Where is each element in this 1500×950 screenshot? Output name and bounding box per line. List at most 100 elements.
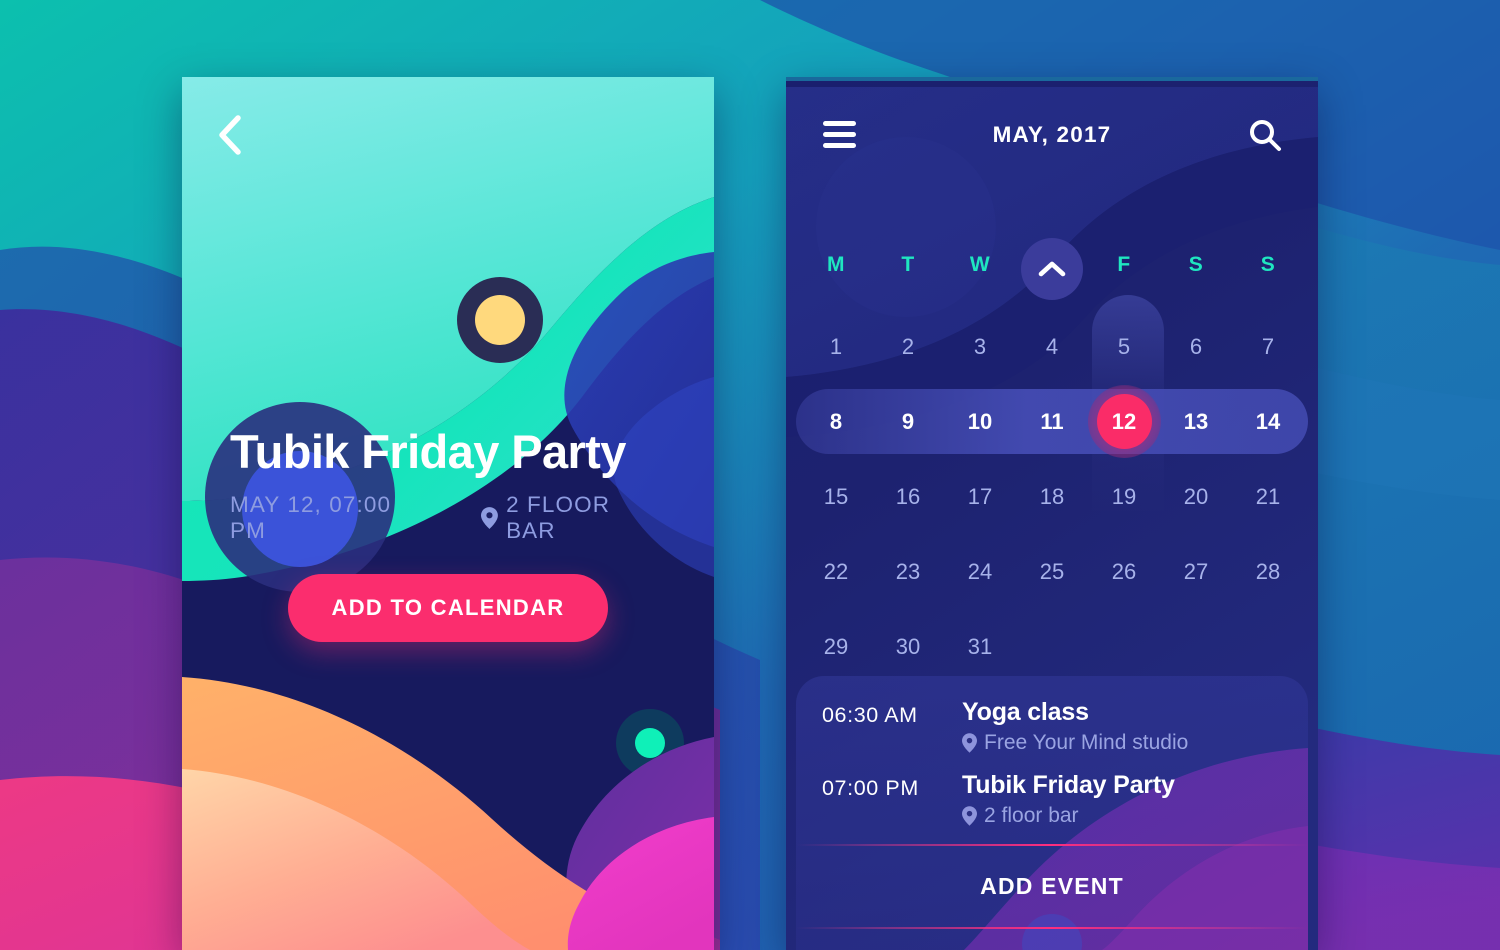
calendar-day[interactable]: 31 <box>944 609 1016 684</box>
hamburger-menu-icon[interactable] <box>816 112 862 158</box>
calendar-day-empty <box>1016 609 1088 684</box>
calendar-day[interactable]: 3 <box>944 309 1016 384</box>
event-list-item[interactable]: 07:00 PM Tubik Friday Party 2 floor bar <box>822 771 1282 828</box>
event-location-label: 2 floor bar <box>984 803 1079 827</box>
calendar-day-label: 15 <box>823 483 849 509</box>
calendar-day-label: 8 <box>829 408 843 434</box>
calendar-day-label: 11 <box>1040 408 1064 434</box>
calendar-day-label: 21 <box>1255 483 1281 509</box>
calendar-day-label: 10 <box>967 408 993 434</box>
event-meta: MAY 12, 07:00 PM 2 FLOOR BAR <box>230 492 666 544</box>
event-location-label: Free Your Mind studio <box>984 730 1189 754</box>
map-pin-icon <box>962 733 977 753</box>
event-title: Tubik Friday Party <box>230 425 626 478</box>
calendar-day[interactable]: 20 <box>1160 459 1232 534</box>
calendar-day[interactable]: 8 <box>800 384 872 459</box>
calendar-week-row: 15 16 17 18 19 20 21 <box>800 459 1304 534</box>
calendar-day[interactable]: 19 <box>1088 459 1160 534</box>
calendar-day-label: 19 <box>1111 483 1137 509</box>
calendar-day-label: 3 <box>973 333 987 359</box>
calendar-day-label: 20 <box>1183 483 1209 509</box>
calendar-day-selected[interactable]: 12 <box>1088 384 1160 459</box>
calendar-day[interactable]: 22 <box>800 534 872 609</box>
calendar-day-label: 13 <box>1183 408 1209 434</box>
calendar-day[interactable]: 13 <box>1160 384 1232 459</box>
calendar-day-label: 17 <box>967 483 993 509</box>
calendar-day-label: 14 <box>1255 408 1281 434</box>
add-to-calendar-button[interactable]: ADD TO CALENDAR <box>287 574 609 643</box>
event-detail-block: Tubik Friday Party MAY 12, 07:00 PM 2 FL… <box>182 425 714 643</box>
chevron-left-icon <box>219 115 241 155</box>
calendar-day[interactable]: 4 <box>1016 309 1088 384</box>
calendar-day[interactable]: 18 <box>1016 459 1088 534</box>
calendar-weeks: 1 2 3 4 5 6 7 8 9 10 11 12 13 14 15 16 17 18 19 20 21 22 23 24 2… <box>796 309 1308 684</box>
calendar-day-label: 1 <box>829 333 843 359</box>
calendar-day[interactable]: 2 <box>872 309 944 384</box>
calendar-week-row: 29 30 31 <box>800 609 1304 684</box>
calendar-day[interactable]: 5 <box>1088 309 1160 384</box>
event-venue: 2 FLOOR BAR <box>481 492 666 544</box>
calendar-month-title: MAY, 2017 <box>992 121 1112 147</box>
calendar-day[interactable]: 15 <box>800 459 872 534</box>
calendar-day-label: 4 <box>1045 333 1059 359</box>
calendar-day-label: 6 <box>1189 333 1203 359</box>
calendar-day-empty <box>1160 609 1232 684</box>
event-venue-label: 2 FLOOR BAR <box>506 492 611 544</box>
event-name: Yoga class <box>962 698 1089 726</box>
calendar-day[interactable]: 10 <box>944 384 1016 459</box>
calendar-day-label: 7 <box>1261 333 1275 359</box>
event-list-item[interactable]: 06:30 AM Yoga class Free Your Mind studio <box>822 698 1282 755</box>
calendar-day[interactable]: 14 <box>1232 384 1304 459</box>
calendar-day[interactable]: 29 <box>800 609 872 684</box>
calendar-day[interactable]: 1 <box>800 309 872 384</box>
calendar-screen: MAY, 2017 MTWTFSS 1234567891011121314151… <box>786 77 1318 950</box>
calendar-day-label: 23 <box>895 558 921 584</box>
calendar-day-label: 24 <box>967 558 993 584</box>
day-of-week-label: S <box>1260 253 1276 276</box>
event-time: 07:00 PM <box>822 775 919 800</box>
event-time: 06:30 AM <box>822 703 918 727</box>
calendar-day[interactable]: 6 <box>1160 309 1232 384</box>
add-event-button[interactable]: ADD EVENT <box>796 846 1308 927</box>
calendar-day-label: 29 <box>823 633 849 659</box>
calendar-day[interactable]: 7 <box>1232 309 1304 384</box>
calendar-day[interactable]: 17 <box>944 459 1016 534</box>
calendar-day[interactable]: 11 <box>1016 384 1088 459</box>
day-of-week-label: S <box>1188 253 1204 276</box>
calendar-day[interactable]: 24 <box>944 534 1016 609</box>
calendar-day[interactable]: 28 <box>1232 534 1304 609</box>
calendar-day-label: 27 <box>1183 558 1209 584</box>
day-of-week-label: W <box>969 253 991 276</box>
calendar-day[interactable]: 25 <box>1016 534 1088 609</box>
calendar-day-label: 26 <box>1111 558 1137 584</box>
map-pin-icon <box>481 507 499 530</box>
calendar-day-label: 31 <box>967 633 993 659</box>
calendar-day-label: 22 <box>823 558 849 584</box>
day-of-week-label: M <box>827 253 845 276</box>
calendar-day-empty <box>1088 609 1160 684</box>
calendar-grid: MTWTFSS 12345678910111213141516171819202… <box>786 241 1318 684</box>
event-detail-screen: Tubik Friday Party MAY 12, 07:00 PM 2 FL… <box>182 77 714 950</box>
event-info: Yoga class Free Your Mind studio <box>962 698 1188 755</box>
calendar-day-label: 12 <box>1096 394 1152 449</box>
calendar-day[interactable]: 21 <box>1232 459 1304 534</box>
calendar-day[interactable]: 23 <box>872 534 944 609</box>
day-of-week-label: F <box>1117 253 1131 276</box>
divider-bottom <box>796 926 1308 929</box>
map-pin-icon <box>962 805 977 826</box>
events-list: 06:30 AM Yoga class Free Your Mind studio 0… <box>796 676 1308 828</box>
calendar-day[interactable]: 16 <box>872 459 944 534</box>
calendar-week-row: 1 2 3 4 5 6 7 <box>800 309 1304 384</box>
calendar-day[interactable]: 9 <box>872 384 944 459</box>
calendar-day-label: 30 <box>895 633 921 659</box>
search-icon[interactable] <box>1242 112 1288 158</box>
day-of-week-label: T <box>901 253 915 276</box>
collapse-calendar-button[interactable] <box>1021 238 1083 300</box>
event-datetime: MAY 12, 07:00 PM <box>230 492 392 544</box>
event-name: Tubik Friday Party <box>962 770 1175 799</box>
event-location: 2 floor bar <box>962 804 1175 828</box>
back-button[interactable] <box>204 109 254 161</box>
calendar-day[interactable]: 26 <box>1088 534 1160 609</box>
calendar-day[interactable]: 27 <box>1160 534 1232 609</box>
calendar-day[interactable]: 30 <box>872 609 944 684</box>
